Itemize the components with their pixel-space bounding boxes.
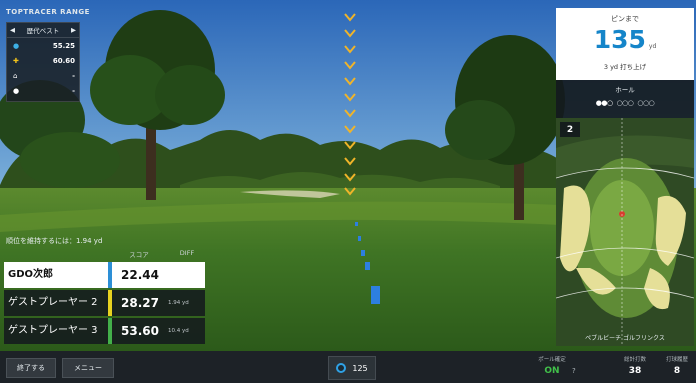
player-score: 53.60 bbox=[121, 324, 159, 338]
best-row: ● 55.25 bbox=[7, 38, 79, 53]
player-row[interactable]: GDO次郎 22.44 bbox=[4, 262, 205, 288]
ball-count: 125 bbox=[352, 363, 368, 373]
player-diff bbox=[168, 262, 205, 288]
best-value: - bbox=[72, 71, 75, 80]
distance-label: ピンまで bbox=[611, 15, 639, 23]
chevron-right-icon[interactable]: ▶ bbox=[71, 26, 76, 34]
hole-number-badge: 2 bbox=[560, 122, 580, 137]
best-value: 60.60 bbox=[52, 56, 75, 65]
stat-label: 打球履歴 bbox=[665, 357, 688, 363]
diff-column-header: DIFF bbox=[179, 249, 195, 257]
best-panel-header: ◀ 歴代ベスト ▶ bbox=[7, 23, 79, 38]
hole-group[interactable]: ●●○ bbox=[596, 99, 613, 107]
menu-button[interactable]: メニュー bbox=[62, 358, 114, 378]
distance-number: 135 bbox=[593, 25, 646, 54]
rank-prompt: 順位を維持するには：1.94 yd bbox=[6, 237, 103, 245]
hole-map[interactable]: 2 ペブルビーチ ゴルフリンクス bbox=[556, 118, 694, 346]
stat-value: 38 bbox=[628, 366, 642, 376]
person-icon: ● bbox=[13, 86, 20, 95]
course-name: ペブルビーチ ゴルフリンクス bbox=[585, 335, 665, 342]
hole-selector: ホール ●●○ ○○○ ○○○ bbox=[556, 80, 694, 118]
player-name: ゲストプレーヤー 2 bbox=[8, 297, 98, 308]
elevation-text: 3 yd 打ち上げ bbox=[603, 63, 647, 71]
score-table-header: スコア DIFF bbox=[110, 249, 206, 259]
player-row[interactable]: ゲストプレーヤー 3 53.60 10.4 yd bbox=[4, 318, 205, 344]
best-row: ● - bbox=[7, 83, 79, 98]
home-icon: ⌂ bbox=[13, 71, 18, 80]
sweden-flag-icon: ✚ bbox=[13, 56, 19, 65]
player-name: ゲストプレーヤー 3 bbox=[8, 325, 98, 336]
stat-value: ON bbox=[544, 366, 560, 376]
pole-confirm-stat[interactable]: ポール確定 ON bbox=[532, 355, 572, 376]
best-scores-panel: ◀ 歴代ベスト ▶ ● 55.25 ✚ 60.60 ⌂ - ● - bbox=[6, 22, 80, 102]
player-score: 28.27 bbox=[121, 296, 159, 310]
player-diff: 1.94 yd bbox=[168, 300, 189, 306]
hole-selector-label: ホール bbox=[615, 86, 635, 94]
player-diff: 10.4 yd bbox=[168, 328, 189, 334]
brand-logo: TOPTRACER RANGE bbox=[6, 8, 90, 16]
player-name: GDO次郎 bbox=[4, 262, 108, 288]
player-row[interactable]: ゲストプレーヤー 2 28.27 1.94 yd bbox=[4, 290, 205, 316]
ball-counter: 125 bbox=[328, 356, 376, 380]
hole-group[interactable]: ○○○ bbox=[637, 99, 654, 107]
best-row: ⌂ - bbox=[7, 68, 79, 83]
hole-map-graphic bbox=[556, 118, 694, 346]
stat-label: ポール確定 bbox=[538, 357, 566, 363]
bottom-bar: 終了する メニュー 125 ポール確定 ON ? 総計打数 38 打球履歴 8 bbox=[0, 351, 696, 383]
help-icon[interactable]: ? bbox=[572, 367, 576, 375]
distance-to-pin-card: ピンまで 135 yd 3 yd 打ち上げ bbox=[556, 8, 694, 80]
distance-unit: yd bbox=[648, 43, 657, 50]
distance-value: 135 yd bbox=[556, 26, 694, 61]
best-value: - bbox=[72, 86, 75, 95]
hole-dots[interactable]: ●●○ ○○○ ○○○ bbox=[556, 99, 694, 107]
player-score: 22.44 bbox=[112, 262, 168, 288]
end-button[interactable]: 終了する bbox=[6, 358, 56, 378]
hole-group[interactable]: ○○○ bbox=[617, 99, 634, 107]
best-value: 55.25 bbox=[52, 41, 75, 50]
stat-label: 総計打数 bbox=[623, 357, 646, 363]
chevron-left-icon[interactable]: ◀ bbox=[10, 26, 15, 34]
stat-value: 8 bbox=[673, 366, 681, 376]
best-row: ✚ 60.60 bbox=[7, 53, 79, 68]
ball-icon bbox=[336, 363, 347, 373]
shot-history-stat: 打球履歴 8 bbox=[660, 355, 694, 376]
score-column-header: スコア bbox=[129, 251, 149, 259]
best-panel-title: 歴代ベスト bbox=[26, 27, 60, 35]
globe-icon: ● bbox=[13, 41, 20, 50]
total-shots-stat: 総計打数 38 bbox=[618, 355, 652, 376]
